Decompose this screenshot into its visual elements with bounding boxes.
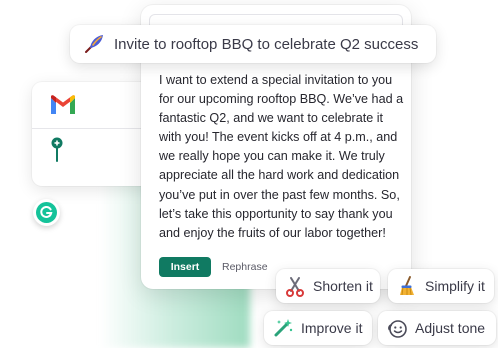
simplify-it-label: Simplify it: [425, 278, 485, 294]
adjust-tone-button[interactable]: Adjust tone: [378, 311, 496, 345]
grammarly-button[interactable]: [33, 199, 60, 226]
shorten-it-label: Shorten it: [313, 278, 373, 294]
improve-it-button[interactable]: Improve it: [264, 311, 372, 345]
broom-icon: [400, 276, 414, 296]
location-pin-icon[interactable]: [50, 136, 64, 162]
simplify-it-button[interactable]: Simplify it: [388, 269, 494, 303]
shorten-it-button[interactable]: Shorten it: [276, 269, 380, 303]
magic-wand-icon: [274, 319, 293, 337]
prompt-bar[interactable]: Invite to rooftop BBQ to celebrate Q2 su…: [70, 25, 436, 63]
insert-button[interactable]: Insert: [159, 257, 211, 277]
scissors-icon: [286, 277, 304, 297]
adjust-tone-label: Adjust tone: [415, 320, 486, 336]
improve-it-label: Improve it: [301, 320, 363, 336]
grammarly-g-icon: [36, 202, 57, 223]
smiley-face-icon: [388, 320, 407, 338]
rephrase-button[interactable]: Rephrase: [222, 257, 268, 277]
generated-text: I want to extend a special invitation to…: [159, 73, 404, 240]
prompt-text: Invite to rooftop BBQ to celebrate Q2 su…: [114, 35, 419, 53]
quill-pen-icon: [85, 35, 103, 53]
gmail-logo-icon[interactable]: [49, 94, 77, 116]
